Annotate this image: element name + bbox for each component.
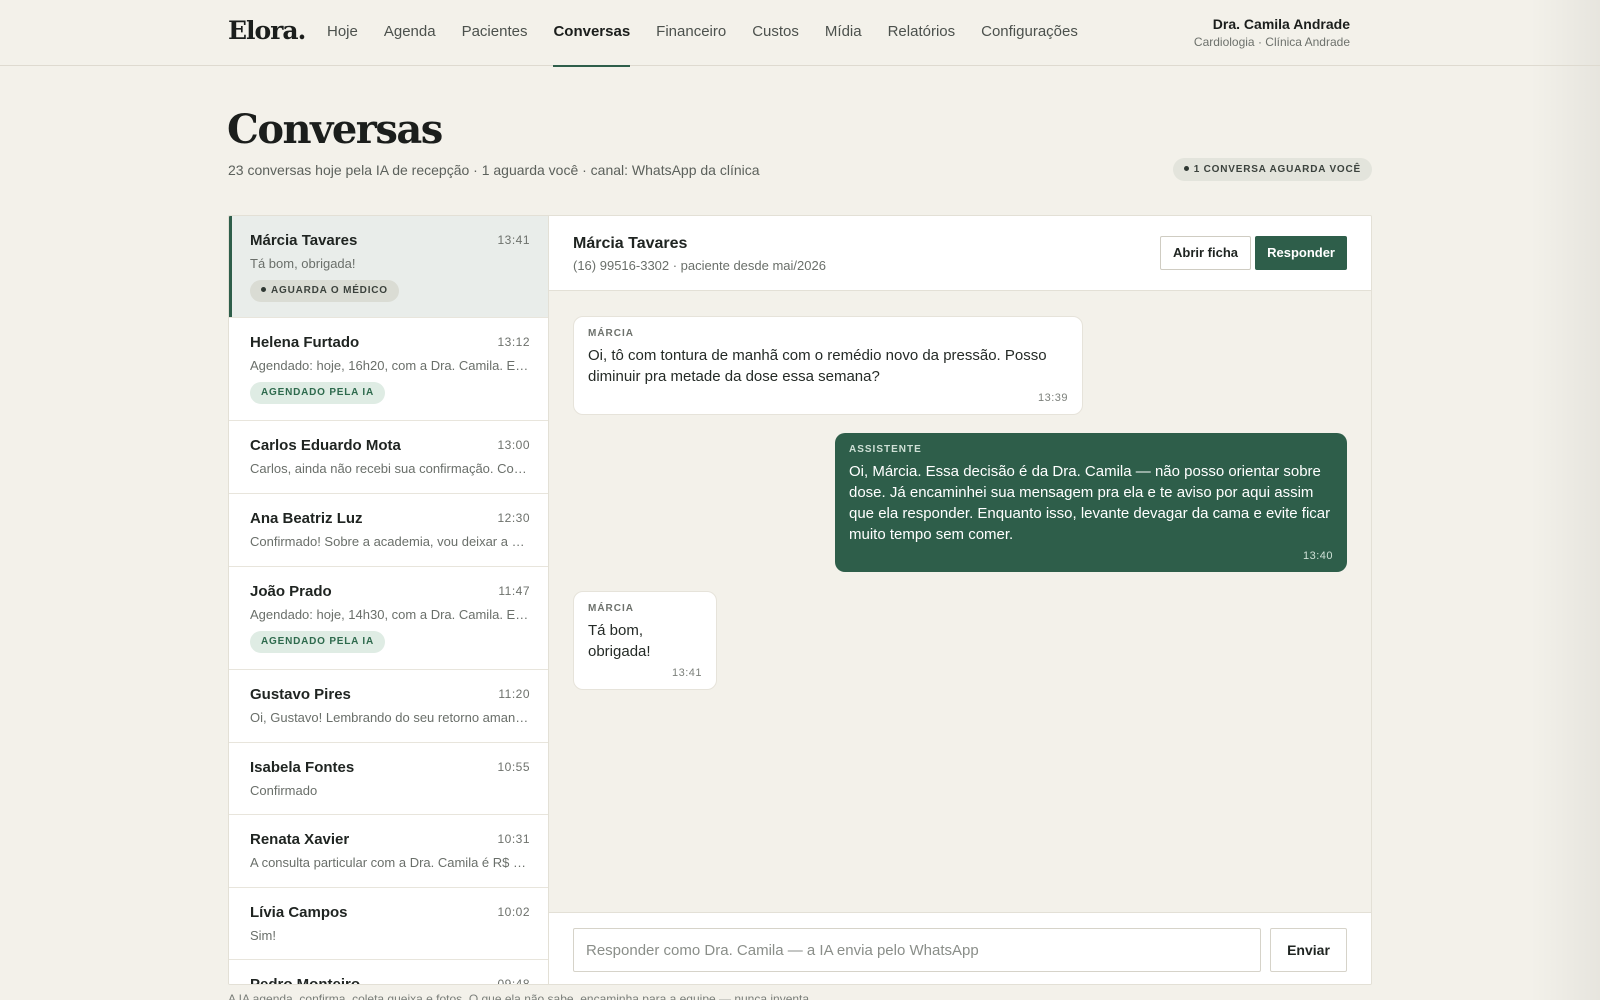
conversation-item[interactable]: João Prado 11:47 Agendado: hoje, 14h30, … bbox=[229, 567, 548, 670]
conversation-time: 10:02 bbox=[497, 905, 530, 919]
status-tag-label: AGUARDA O MÉDICO bbox=[271, 285, 388, 296]
conversation-name: Ana Beatriz Luz bbox=[250, 510, 363, 527]
conversation-name: Carlos Eduardo Mota bbox=[250, 437, 401, 454]
page-subtitle: 23 conversas hoje pela IA de recepção · … bbox=[228, 162, 760, 178]
conversation-preview: A consulta particular com a Dra. Camila … bbox=[250, 855, 530, 870]
chat-area: Márcia Tavares (16) 99516-3302 · pacient… bbox=[549, 216, 1371, 984]
conversation-preview: Agendado: hoje, 16h20, com a Dra. Camila… bbox=[250, 358, 530, 373]
edge-shade bbox=[1530, 0, 1600, 1000]
conversation-preview: Tá bom, obrigada! bbox=[250, 256, 356, 271]
nav-configuracoes[interactable]: Configurações bbox=[968, 0, 1091, 66]
reply-input[interactable] bbox=[573, 928, 1261, 972]
status-dot-icon bbox=[261, 286, 266, 292]
status-dot-icon bbox=[1183, 165, 1189, 171]
conversation-item[interactable]: Carlos Eduardo Mota 13:00 Carlos, ainda … bbox=[229, 421, 548, 494]
top-bar: Elora. Hoje Agenda Pacientes Conversas F… bbox=[0, 0, 1600, 67]
message-text: Oi, Márcia. Essa decisão é da Dra. Camil… bbox=[849, 463, 1331, 543]
message-text: Oi, tô com tontura de manhã com o remédi… bbox=[588, 347, 1047, 385]
conversation-list: Márcia Tavares 13:41 Tá bom, obrigada! A… bbox=[229, 216, 549, 985]
status-tag: AGENDADO PELA IA bbox=[250, 631, 385, 653]
conversation-time: 13:12 bbox=[497, 335, 530, 349]
nav-financeiro[interactable]: Financeiro bbox=[643, 0, 739, 66]
message-time: 13:40 bbox=[1302, 550, 1333, 562]
conversation-name: Gustavo Pires bbox=[250, 686, 351, 703]
conversation-item[interactable]: Márcia Tavares 13:41 Tá bom, obrigada! A… bbox=[229, 216, 548, 318]
conversation-time: 12:30 bbox=[497, 511, 530, 525]
chat-header: Márcia Tavares (16) 99516-3302 · pacient… bbox=[549, 216, 1371, 291]
conversation-name: Lívia Campos bbox=[250, 904, 348, 921]
message-author: MÁRCIA bbox=[588, 328, 634, 339]
chat-contact-details: (16) 99516-3302 · paciente desde mai/202… bbox=[573, 258, 826, 273]
user-info[interactable]: Dra. Camila Andrade Cardiologia · Clínic… bbox=[1194, 16, 1350, 49]
page-title: Conversas bbox=[227, 106, 443, 153]
conversation-name: João Prado bbox=[250, 583, 332, 600]
conversation-preview: Sim! bbox=[250, 928, 276, 943]
reply-button[interactable]: Responder bbox=[1255, 236, 1347, 270]
message-bubble-incoming: MÁRCIA Tá bom, obrigada! 13:41 bbox=[573, 591, 717, 690]
send-button[interactable]: Enviar bbox=[1270, 928, 1347, 972]
conversation-item[interactable]: Isabela Fontes 10:55 Confirmado bbox=[229, 743, 548, 815]
message-author: MÁRCIA bbox=[588, 603, 634, 614]
conversation-time: 11:20 bbox=[498, 687, 530, 701]
nav-conversas[interactable]: Conversas bbox=[540, 0, 643, 67]
footnote: A IA agenda, confirma, coleta queixa e f… bbox=[228, 992, 813, 1000]
awaiting-badge-label: 1 CONVERSA AGUARDA VOCÊ bbox=[1193, 164, 1361, 175]
status-tag: AGENDADO PELA IA bbox=[250, 382, 385, 404]
conversation-item[interactable]: Helena Furtado 13:12 Agendado: hoje, 16h… bbox=[229, 318, 548, 421]
message-time: 13:39 bbox=[1037, 392, 1068, 404]
conversation-item[interactable]: Renata Xavier 10:31 A consulta particula… bbox=[229, 815, 548, 888]
conversation-time: 09:48 bbox=[497, 977, 530, 985]
conversation-name: Isabela Fontes bbox=[250, 759, 355, 776]
message-bubble-outgoing: ASSISTENTE Oi, Márcia. Essa decisão é da… bbox=[835, 433, 1347, 572]
conversation-name: Márcia Tavares bbox=[250, 232, 358, 249]
composer: Enviar bbox=[549, 912, 1371, 984]
message-bubble-incoming: MÁRCIA Oi, tô com tontura de manhã com o… bbox=[573, 316, 1083, 415]
main-nav: Hoje Agenda Pacientes Conversas Financei… bbox=[314, 0, 1091, 67]
awaiting-badge: 1 CONVERSA AGUARDA VOCÊ bbox=[1172, 158, 1372, 181]
nav-hoje[interactable]: Hoje bbox=[314, 0, 371, 66]
conversation-time: 11:47 bbox=[498, 584, 530, 598]
open-record-button[interactable]: Abrir ficha bbox=[1159, 236, 1251, 270]
conversation-name: Helena Furtado bbox=[250, 334, 360, 351]
conversation-item[interactable]: Ana Beatriz Luz 12:30 Confirmado! Sobre … bbox=[229, 494, 548, 567]
message-author: ASSISTENTE bbox=[849, 444, 922, 455]
nav-agenda[interactable]: Agenda bbox=[371, 0, 449, 66]
message-text: Tá bom, obrigada! bbox=[588, 622, 651, 660]
user-subtitle: Cardiologia · Clínica Andrade bbox=[1193, 35, 1350, 49]
conversations-panel: Márcia Tavares 13:41 Tá bom, obrigada! A… bbox=[228, 215, 1372, 985]
conversation-preview: Agendado: hoje, 14h30, com a Dra. Camila… bbox=[250, 607, 530, 622]
conversation-name: Renata Xavier bbox=[250, 831, 350, 848]
nav-midia[interactable]: Mídia bbox=[812, 0, 875, 66]
conversation-time: 13:41 bbox=[497, 233, 530, 247]
user-name: Dra. Camila Andrade bbox=[1212, 16, 1350, 32]
conversation-preview: Oi, Gustavo! Lembrando do seu retorno am… bbox=[250, 710, 530, 725]
conversation-item[interactable]: Gustavo Pires 11:20 Oi, Gustavo! Lembran… bbox=[229, 670, 548, 743]
conversation-preview: Confirmado bbox=[250, 783, 318, 798]
status-tag: AGUARDA O MÉDICO bbox=[250, 280, 399, 302]
nav-pacientes[interactable]: Pacientes bbox=[449, 0, 541, 66]
logo[interactable]: Elora. bbox=[228, 16, 306, 45]
message-time: 13:41 bbox=[671, 667, 702, 679]
nav-relatorios[interactable]: Relatórios bbox=[875, 0, 969, 66]
conversation-time: 10:31 bbox=[497, 832, 530, 846]
conversation-preview: Carlos, ainda não recebi sua confirmação… bbox=[250, 461, 530, 476]
conversation-time: 13:00 bbox=[497, 438, 530, 452]
conversation-item[interactable]: Lívia Campos 10:02 Sim! bbox=[229, 888, 548, 960]
nav-custos[interactable]: Custos bbox=[739, 0, 812, 66]
conversation-name: Pedro Monteiro bbox=[250, 976, 361, 985]
conversation-item[interactable]: Pedro Monteiro 09:48 bbox=[229, 960, 548, 985]
conversation-time: 10:55 bbox=[497, 760, 530, 774]
chat-contact-name: Márcia Tavares bbox=[573, 235, 688, 252]
conversation-preview: Confirmado! Sobre a academia, vou deixar… bbox=[250, 534, 530, 549]
